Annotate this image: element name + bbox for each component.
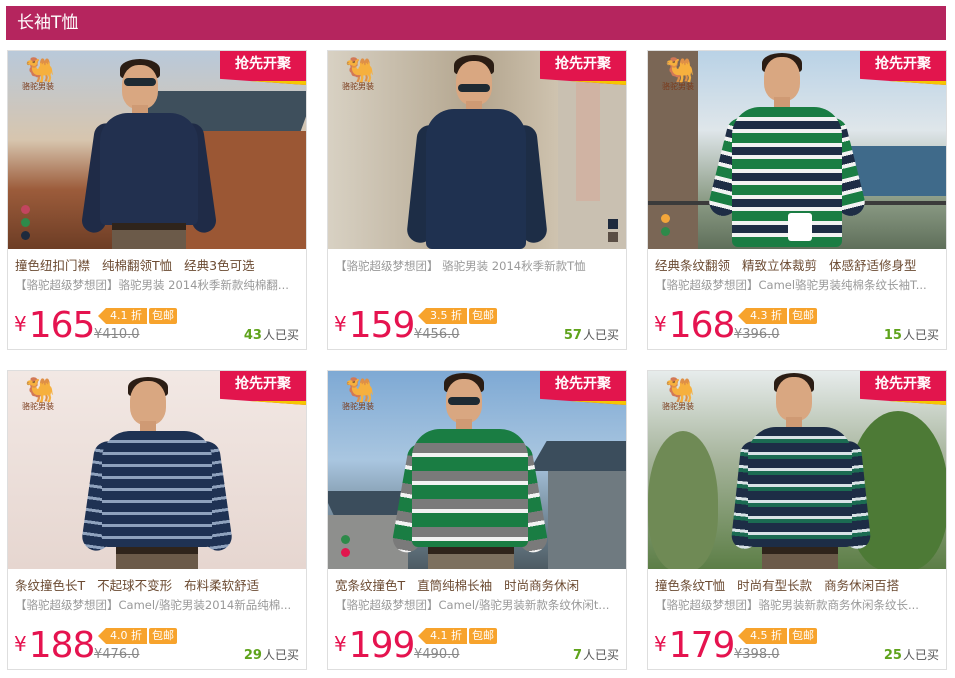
product-features[interactable]: 宽条纹撞色T 直筒纯棉长袖 时尚商务休闲 <box>335 577 621 594</box>
camel-icon: 🐫 <box>25 56 55 84</box>
product-title[interactable]: 【骆驼超级梦想团】 骆驼男装 2014秋季新款T恤 <box>335 258 621 274</box>
free-shipping-badge: 包邮 <box>149 308 177 324</box>
price: ¥159 <box>334 305 415 346</box>
price: ¥165 <box>14 305 95 346</box>
color-options <box>661 214 671 240</box>
discount-badge: 3.5 折 <box>418 308 467 324</box>
original-price: ¥490.0 <box>414 647 460 662</box>
discount-badge: 4.1 折 <box>418 628 467 644</box>
sold-count: 15人已买 <box>883 328 939 343</box>
color-options <box>341 535 351 561</box>
original-price: ¥410.0 <box>94 327 140 342</box>
camel-icon: 🐫 <box>25 376 55 404</box>
sold-count: 43人已买 <box>243 328 299 343</box>
discount-badge: 4.1 折 <box>98 308 147 324</box>
sold-count: 57人已买 <box>563 328 619 343</box>
original-price: ¥398.0 <box>734 647 780 662</box>
brand-logo: 🐫 骆驼男装 <box>22 376 55 411</box>
brand-logo: 🐫 骆驼男装 <box>662 376 695 411</box>
discount-badge: 4.3 折 <box>738 308 787 324</box>
discount-badge: 4.5 折 <box>738 628 787 644</box>
product-features[interactable]: 撞色条纹T恤 时尚有型长款 商务休闲百搭 <box>655 577 941 594</box>
product-card[interactable]: 🐫 骆驼男装 抢先开聚 撞色纽扣门襟 纯棉翻领T恤 经典3色可选 【骆驼超级梦想团】… <box>7 50 307 350</box>
product-image[interactable]: 🐫 骆驼男装 抢先开聚 <box>648 371 946 569</box>
brand-logo: 🐫 骆驼男装 <box>22 56 55 91</box>
price: ¥168 <box>654 305 735 346</box>
product-card[interactable]: 🐫 骆驼男装 抢先开聚 条纹撞色长T 不起球不变形 布料柔软舒适 【骆驼超级梦想团】… <box>7 370 307 670</box>
free-shipping-badge: 包邮 <box>149 628 177 644</box>
camel-icon: 🐫 <box>345 376 375 404</box>
product-card[interactable]: 🐫 骆驼男装 抢先开聚 【骆驼超级梦想团】 骆驼男装 2014秋季新款T恤 ¥1… <box>327 50 627 350</box>
product-title[interactable]: 【骆驼超级梦想团】骆驼男装 2014秋季新款纯棉翻... <box>15 277 301 293</box>
original-price: ¥456.0 <box>414 327 460 342</box>
original-price: ¥396.0 <box>734 327 780 342</box>
camel-icon: 🐫 <box>665 376 695 404</box>
free-shipping-badge: 包邮 <box>469 628 497 644</box>
sold-count: 25人已买 <box>883 648 939 663</box>
price: ¥188 <box>14 625 95 666</box>
product-image[interactable]: 🐫 骆驼男装 抢先开聚 <box>328 51 626 249</box>
product-features[interactable]: 条纹撞色长T 不起球不变形 布料柔软舒适 <box>15 577 301 594</box>
price: ¥199 <box>334 625 415 666</box>
free-shipping-badge: 包邮 <box>789 308 817 324</box>
product-image[interactable]: 🐫 骆驼男装 抢先开聚 <box>8 371 306 569</box>
price: ¥179 <box>654 625 735 666</box>
free-shipping-badge: 包邮 <box>469 308 497 324</box>
camel-icon: 🐫 <box>665 56 695 84</box>
product-card[interactable]: 🐫 骆驼男装 抢先开聚 经典条纹翻领 精致立体裁剪 体感舒适修身型 【骆驼超级梦想团… <box>647 50 947 350</box>
sold-count: 29人已买 <box>243 648 299 663</box>
section-header: 长袖T恤 <box>6 6 946 40</box>
product-features[interactable]: 撞色纽扣门襟 纯棉翻领T恤 经典3色可选 <box>15 257 301 274</box>
discount-badge: 4.0 折 <box>98 628 147 644</box>
brand-logo: 🐫 骆驼男装 <box>342 376 375 411</box>
product-image[interactable]: 🐫 骆驼男装 抢先开聚 <box>648 51 946 249</box>
section-title: 长袖T恤 <box>17 13 79 33</box>
product-card[interactable]: 🐫 骆驼男装 抢先开聚 撞色条纹T恤 时尚有型长款 商务休闲百搭 【骆驼超级梦想团】… <box>647 370 947 670</box>
product-image[interactable]: 🐫 骆驼男装 抢先开聚 <box>328 371 626 569</box>
product-card[interactable]: 🐫 骆驼男装 抢先开聚 宽条纹撞色T 直筒纯棉长袖 时尚商务休闲 【骆驼超级梦想团】… <box>327 370 627 670</box>
free-shipping-badge: 包邮 <box>789 628 817 644</box>
product-title[interactable]: 【骆驼超级梦想团】Camel骆驼男装纯棉条纹长袖T... <box>655 277 941 293</box>
product-image[interactable]: 🐫 骆驼男装 抢先开聚 <box>8 51 306 249</box>
camel-icon: 🐫 <box>345 56 375 84</box>
brand-logo: 🐫 骆驼男装 <box>342 56 375 91</box>
product-title[interactable]: 【骆驼超级梦想团】Camel/骆驼男装2014新品纯棉... <box>15 597 301 613</box>
product-title[interactable]: 【骆驼超级梦想团】Camel/骆驼男装新款条纹休闲t... <box>335 597 621 613</box>
color-options <box>21 205 31 244</box>
product-features[interactable]: 经典条纹翻领 精致立体裁剪 体感舒适修身型 <box>655 257 941 274</box>
sold-count: 7人已买 <box>572 648 619 663</box>
original-price: ¥476.0 <box>94 647 140 662</box>
color-options <box>608 219 618 245</box>
product-title[interactable]: 【骆驼超级梦想团】骆驼男装新款商务休闲条纹长... <box>655 597 941 613</box>
brand-logo: 🐫 骆驼男装 <box>662 56 695 91</box>
